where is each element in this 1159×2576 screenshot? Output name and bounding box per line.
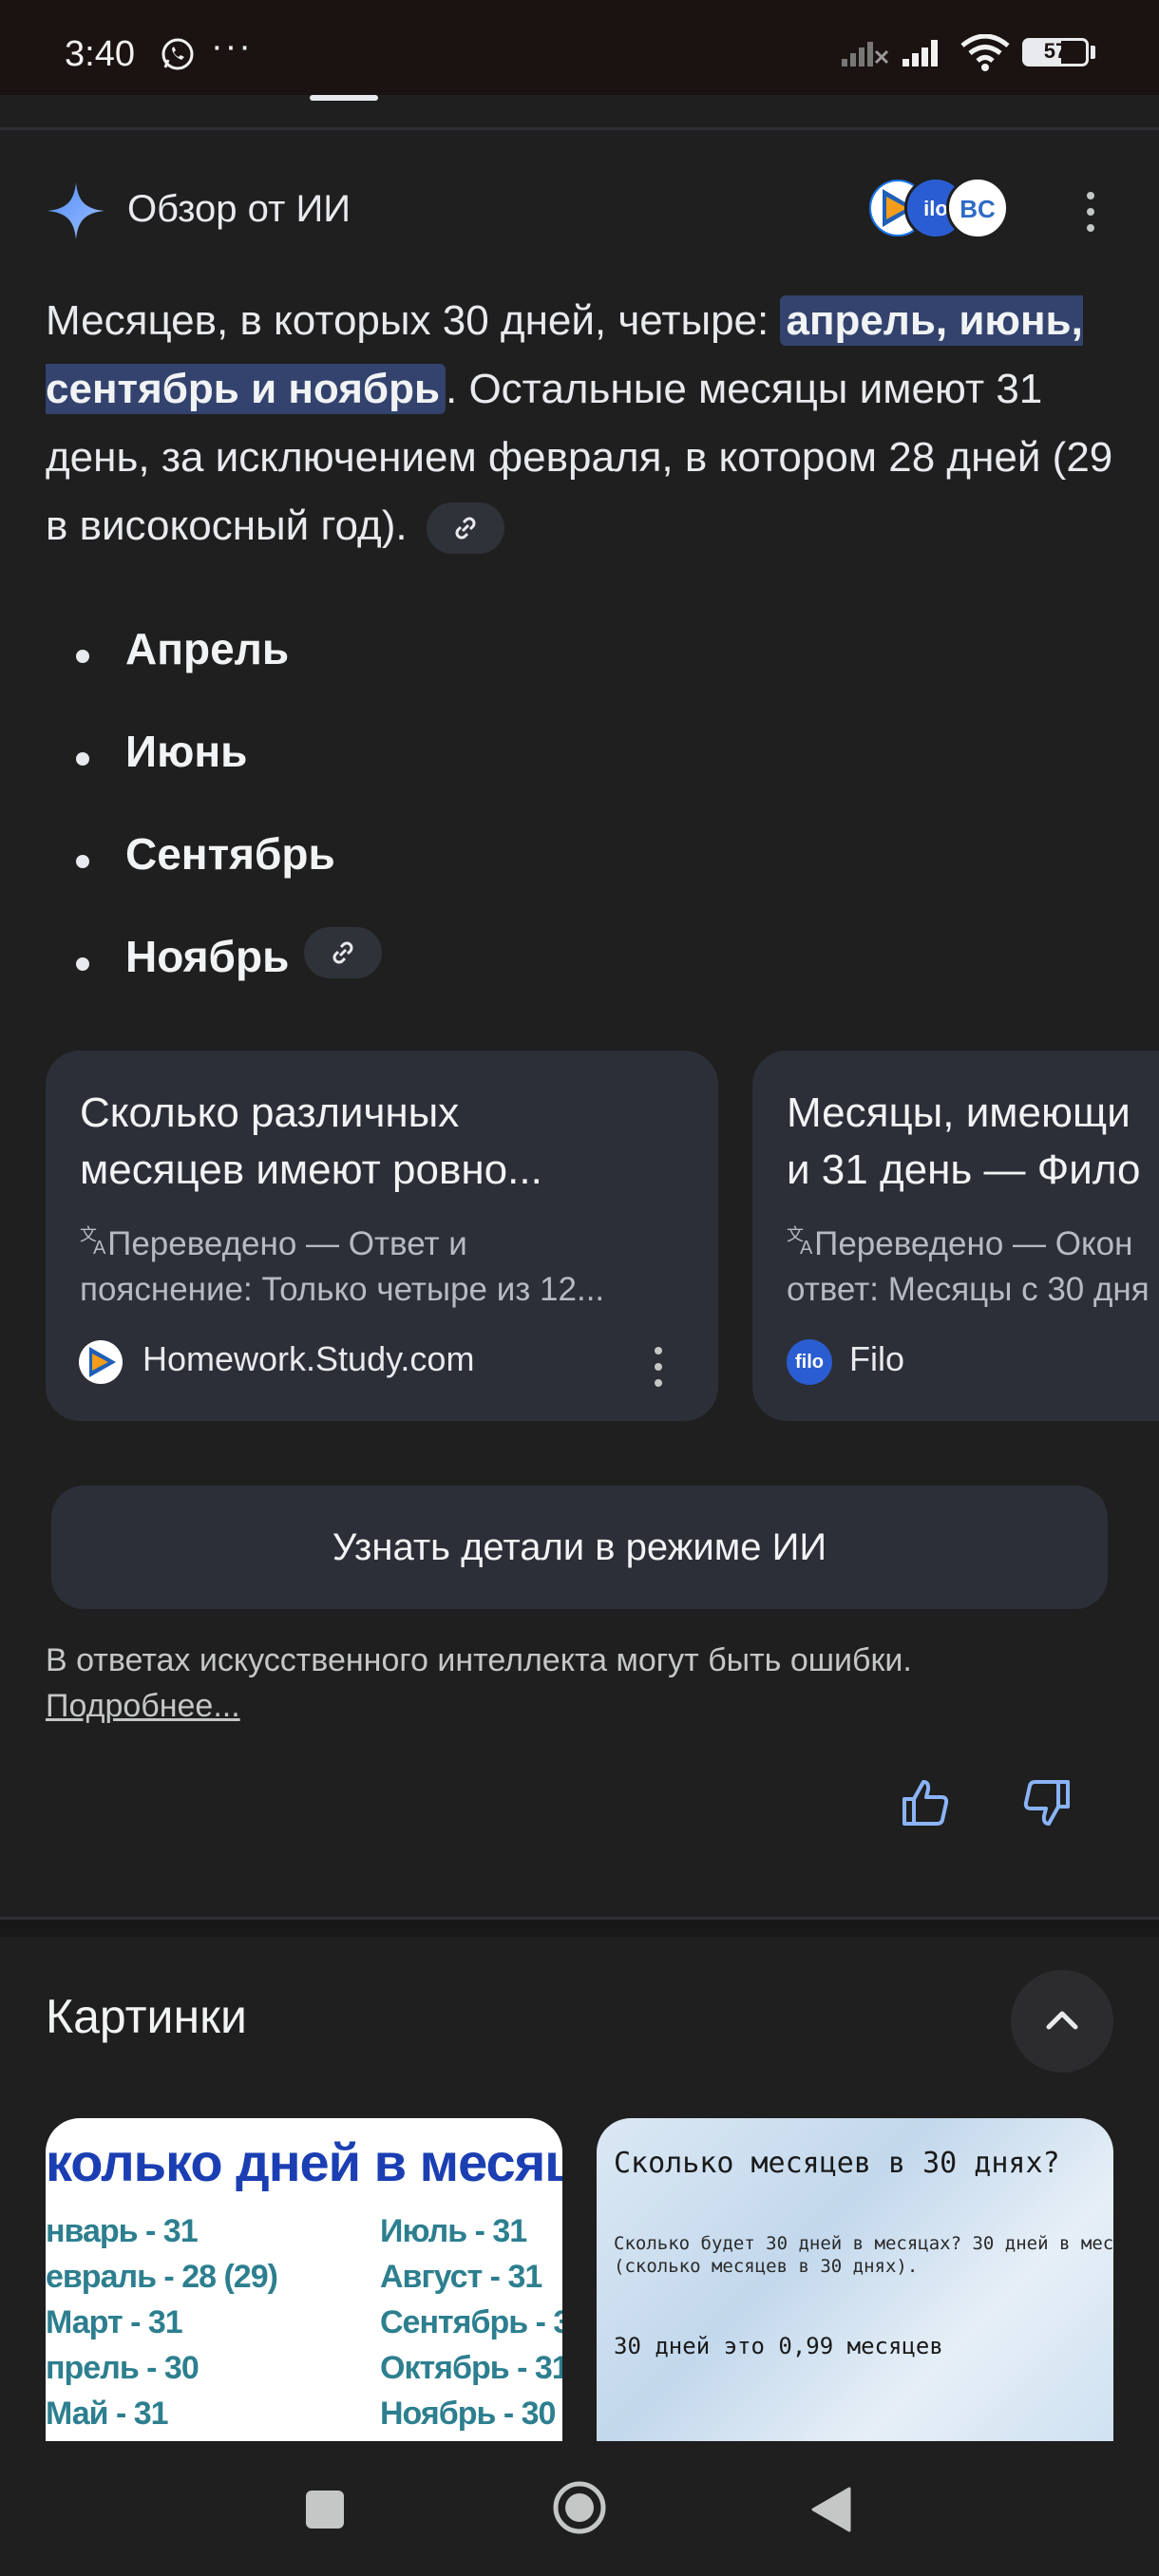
- image-text-row: Март - 31: [46, 2304, 183, 2340]
- bullet-dot: [76, 752, 89, 766]
- bc-icon: BC: [946, 177, 1009, 239]
- home-icon: [553, 2481, 606, 2534]
- image-text-row: нварь - 31: [46, 2213, 199, 2249]
- image-text-row: Ноябрь - 30: [380, 2396, 556, 2432]
- translate-icon: 文A: [787, 1223, 821, 1262]
- battery-cap: [1091, 46, 1095, 59]
- more-options-icon[interactable]: [1072, 192, 1110, 237]
- source-icons[interactable]: ilo BC: [866, 177, 1009, 243]
- image-result[interactable]: колько дней в месяц нварь - 31 евраль - …: [46, 2118, 562, 2441]
- source-card-snippet: Переведено — Окон ответ: Месяцы с 30 дня: [787, 1225, 1150, 1308]
- wifi-icon: [960, 33, 1011, 77]
- back-button[interactable]: [809, 2487, 851, 2537]
- source-card-site: Filo: [849, 1339, 905, 1378]
- source-card-title: Месяцы, имеющи и 31 день — Фило: [787, 1089, 1141, 1193]
- status-time: 3:40: [65, 34, 135, 74]
- list-item: Сентябрь: [125, 829, 335, 879]
- answer-text-before: Месяцев, в которых 30 дней, четыре:: [46, 297, 781, 344]
- bullet-dot: [76, 650, 89, 663]
- translate-icon: 文A: [80, 1223, 114, 1262]
- image-result[interactable]: Сколько месяцев в 30 днях? Сколько будет…: [597, 2118, 1113, 2441]
- image-caption-title: колько дней в месяц: [46, 2132, 562, 2192]
- image-text-row: прель - 30: [46, 2350, 200, 2386]
- home-button[interactable]: [551, 2479, 608, 2536]
- gemini-sparkle-icon: [46, 180, 106, 241]
- collapse-button[interactable]: [1011, 1970, 1113, 2073]
- images-section-title: Картинки: [46, 1990, 247, 2043]
- image-text-row: евраль - 28 (29): [46, 2259, 278, 2295]
- source-card[interactable]: Месяцы, имеющи и 31 день — Фило Переведе…: [752, 1051, 1159, 1421]
- homework-study-favicon: [78, 1339, 124, 1390]
- more-options-icon[interactable]: [644, 1347, 673, 1395]
- signal-icon: [901, 36, 948, 73]
- disclaimer-text: В ответах искусственного интеллекта могу…: [46, 1642, 912, 1678]
- thumbs-down-icon[interactable]: [1016, 1774, 1074, 1836]
- section-divider: [0, 1917, 1159, 1937]
- link-icon: [455, 517, 476, 540]
- ai-overview-title: Обзор от ИИ: [127, 188, 351, 230]
- chevron-up-icon: [1046, 2011, 1078, 2030]
- svg-text:BC: BC: [960, 195, 996, 223]
- battery-level: 57: [1043, 39, 1068, 63]
- image-text-row: Октябрь - 31: [380, 2350, 562, 2386]
- tab-indicator: [310, 95, 378, 101]
- image-caption-title: Сколько месяцев в 30 днях?: [614, 2147, 1060, 2180]
- svg-text:A: A: [800, 1238, 813, 1258]
- back-icon: [811, 2487, 851, 2532]
- thumbs-up-icon[interactable]: [899, 1774, 956, 1836]
- bullet-dot: [76, 855, 89, 868]
- signal-off-icon: [840, 36, 889, 73]
- source-card-site: Homework.Study.com: [142, 1339, 475, 1378]
- ai-answer-text: Месяцев, в которых 30 дней, четыре: апре…: [46, 287, 1119, 560]
- citation-link-button[interactable]: [426, 502, 504, 555]
- image-caption-result: 30 дней это 0,99 месяцев: [614, 2333, 943, 2359]
- image-text-row: Сентябрь - 3: [380, 2304, 562, 2340]
- image-text-row: Май - 31: [46, 2396, 169, 2432]
- ai-mode-button[interactable]: Узнать детали в режиме ИИ: [51, 1486, 1108, 1609]
- image-caption-subtitle: Сколько будет 30 дней в месяцах? 30 дней…: [614, 2233, 1113, 2277]
- divider: [0, 127, 1159, 130]
- list-item: Июнь: [125, 727, 248, 776]
- list-item: Ноябрь: [125, 932, 290, 981]
- source-card-snippet: Переведено — Ответ и пояснение: Только ч…: [80, 1225, 605, 1308]
- recents-button[interactable]: [306, 2491, 344, 2529]
- bullet-dot: [76, 957, 89, 971]
- svg-text:ilo: ilo: [923, 197, 948, 220]
- image-text-row: Август - 31: [380, 2259, 542, 2295]
- svg-text:A: A: [93, 1238, 106, 1258]
- battery-icon: 57: [1022, 38, 1089, 66]
- more-notifications-indicator: ···: [211, 27, 253, 66]
- filo-favicon: filo: [787, 1339, 832, 1385]
- whatsapp-icon: [160, 36, 196, 72]
- citation-link-button[interactable]: [304, 927, 382, 978]
- source-card-title: Сколько различных месяцев имеют ровно...: [80, 1089, 542, 1193]
- image-text-row: Июль - 31: [380, 2213, 527, 2249]
- list-item: Апрель: [125, 624, 290, 673]
- link-icon: [332, 941, 353, 964]
- learn-more-link[interactable]: Подробнее...: [46, 1683, 240, 1729]
